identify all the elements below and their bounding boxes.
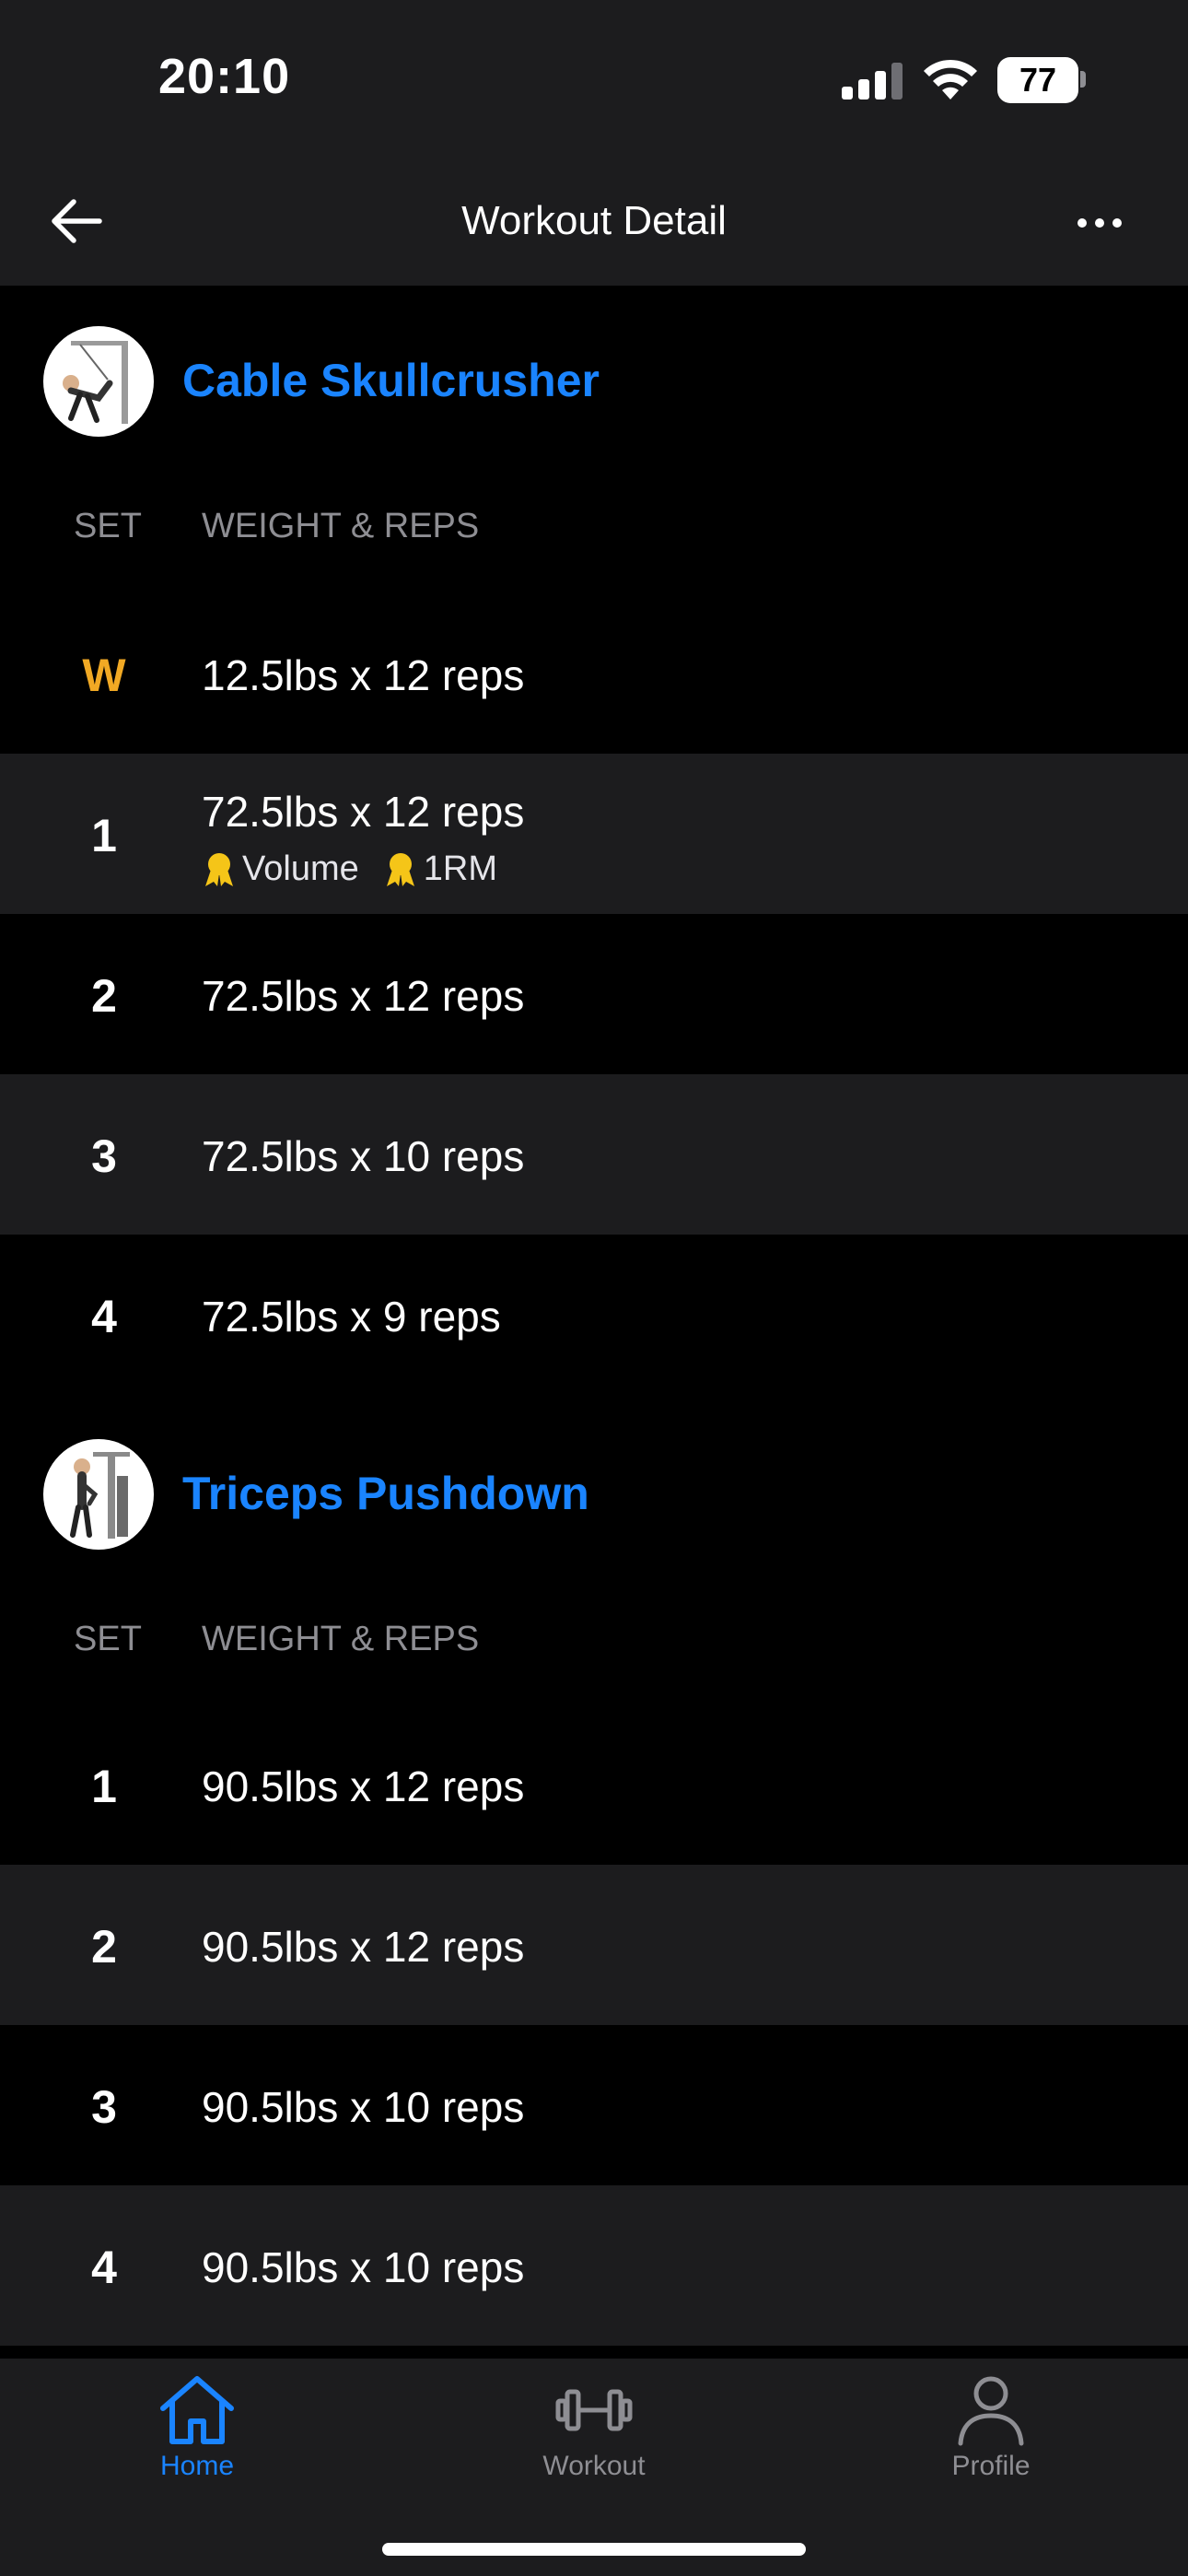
exercise-header[interactable]: Triceps Pushdown [0,1439,1188,1550]
exercise-name[interactable]: Cable Skullcrusher [182,354,600,407]
set-row: 1 90.5lbs x 12 reps [0,1704,1188,1865]
medal-icon [205,852,233,886]
weight-reps-column-header: WEIGHT & REPS [202,507,480,545]
battery-tip [1080,71,1086,88]
nav-bar: Workout Detail [0,157,1188,286]
tab-home[interactable]: Home [105,2373,289,2493]
set-number: 3 [91,2081,117,2133]
battery-icon: 77 [997,57,1078,103]
exercise-thumbnail [43,1439,154,1550]
weight-reps-column-header: WEIGHT & REPS [202,1620,480,1658]
set-weight-reps: 90.5lbs x 10 reps [202,2243,525,2291]
set-weight-reps: 72.5lbs x 12 reps [202,788,525,836]
tab-label: Profile [951,2451,1031,2481]
set-number: 2 [91,970,117,1022]
exercise-thumbnail [43,326,154,437]
dot [1095,218,1104,228]
cable-machine-illustration [63,341,128,424]
badge-label: Volume [242,849,359,888]
volume-record-badge: Volume [202,849,359,889]
set-row: 4 90.5lbs x 10 reps [0,2185,1188,2346]
set-row: 2 72.5lbs x 12 reps [0,914,1188,1074]
medal-icon [386,852,414,886]
one-rm-record-badge: 1RM [383,849,497,889]
status-bar: 20:10 77 [0,0,1188,157]
more-options-button[interactable] [1077,205,1142,241]
home-indicator[interactable] [382,2543,806,2556]
warmup-set-label: W [82,650,126,701]
set-row: 3 90.5lbs x 10 reps [0,2025,1188,2185]
set-number: 1 [91,1761,117,1812]
dot [1112,218,1122,228]
set-weight-reps: 72.5lbs x 9 reps [202,1293,501,1341]
home-icon [160,2376,234,2444]
tab-profile[interactable]: Profile [899,2373,1083,2493]
tab-workout[interactable]: Workout [502,2373,686,2493]
tab-label: Workout [542,2451,646,2481]
set-row: 1 72.5lbs x 12 reps Volume 1RM [0,754,1188,914]
tab-label: Home [159,2451,235,2481]
exercise-header[interactable]: Cable Skullcrusher [0,326,1188,437]
set-row: 4 72.5lbs x 9 reps [0,1235,1188,1395]
set-row: W 12.5lbs x 12 reps [0,593,1188,754]
column-headers: SET WEIGHT & REPS [0,1610,1188,1666]
set-weight-reps: 90.5lbs x 12 reps [202,1923,525,1971]
set-number: 3 [91,1130,117,1182]
set-number: 1 [91,810,117,861]
set-number: 2 [91,1921,117,1973]
column-headers: SET WEIGHT & REPS [0,498,1188,553]
set-weight-reps: 72.5lbs x 12 reps [202,972,525,1020]
person-icon [958,2376,1024,2446]
set-number: 4 [91,2242,117,2293]
dumbbell-icon [555,2389,633,2431]
badge-label: 1RM [423,849,497,888]
wifi-icon [924,59,977,100]
cellular-signal-icon [842,63,903,100]
set-column-header: SET [74,1620,142,1658]
set-row: 3 72.5lbs x 10 reps [0,1074,1188,1235]
record-badges: Volume 1RM [202,849,497,889]
pushdown-machine-illustration [70,1452,130,1539]
status-time: 20:10 [158,49,291,104]
set-column-header: SET [74,507,142,545]
set-weight-reps: 72.5lbs x 10 reps [202,1132,525,1180]
set-row: 2 90.5lbs x 12 reps [0,1865,1188,2025]
set-number: 4 [91,1291,117,1342]
set-weight-reps: 12.5lbs x 12 reps [202,651,525,699]
set-weight-reps: 90.5lbs x 10 reps [202,2083,525,2131]
exercise-name[interactable]: Triceps Pushdown [182,1467,589,1520]
page-title: Workout Detail [461,198,727,243]
set-weight-reps: 90.5lbs x 12 reps [202,1762,525,1810]
dot [1077,218,1087,228]
